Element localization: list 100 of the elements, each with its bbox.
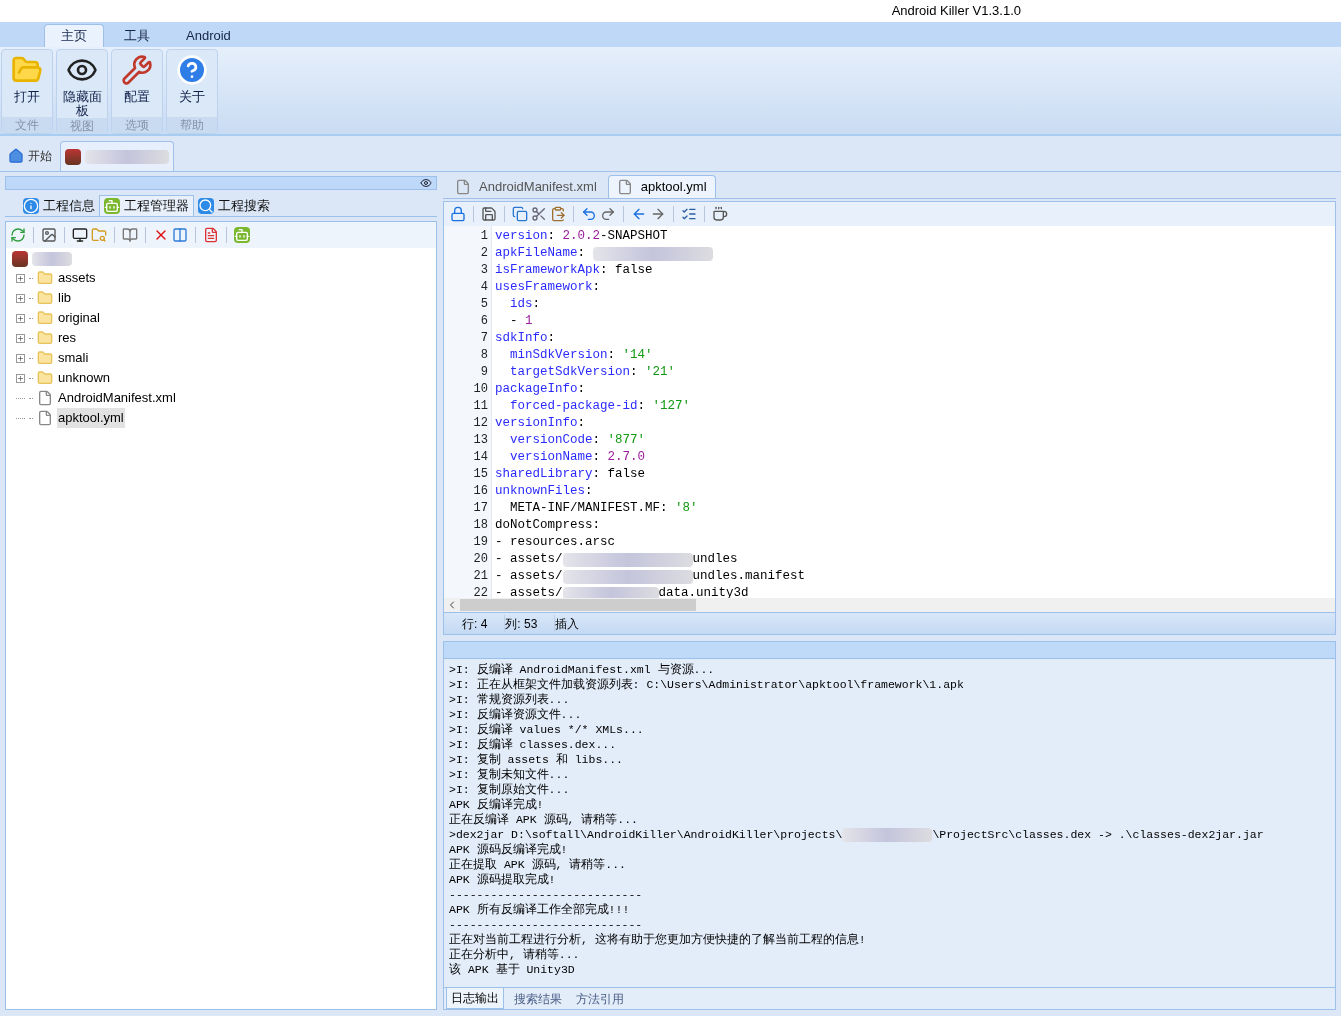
paste-icon[interactable] bbox=[550, 206, 566, 222]
log-line: >I: 正在从框架文件加载资源列表: C:\Users\Administrator\apktool\framework\1.apk bbox=[449, 677, 964, 692]
document-tab[interactable]: 开始 bbox=[4, 141, 56, 171]
undo-icon[interactable] bbox=[581, 206, 597, 222]
line-number: 12 bbox=[472, 415, 489, 432]
ribbon-button[interactable]: 关于 bbox=[167, 50, 217, 117]
code-text: usesFramework bbox=[495, 279, 593, 296]
list-icon[interactable] bbox=[681, 206, 697, 222]
ribbon-tab[interactable]: 主页 bbox=[44, 24, 104, 47]
tree-item[interactable]: apktool.yml bbox=[57, 408, 125, 428]
group-label: 视图 bbox=[57, 118, 107, 134]
rename-icon[interactable] bbox=[172, 227, 188, 243]
book-icon[interactable] bbox=[122, 227, 138, 243]
line-number: 11 bbox=[472, 398, 489, 415]
output-tab[interactable]: 搜索结果 bbox=[510, 988, 566, 1009]
panel-tab[interactable]: 工程搜索 bbox=[194, 195, 274, 216]
expand-toggle[interactable] bbox=[16, 293, 25, 303]
line-number: 7 bbox=[479, 330, 489, 347]
log-line: APK 源码反编译完成! bbox=[449, 842, 568, 857]
ribbon-button[interactable]: 配置 bbox=[112, 50, 162, 117]
code-text: : bbox=[637, 398, 647, 415]
folder-icon bbox=[37, 270, 53, 286]
home-icon bbox=[8, 148, 24, 164]
code-text: targetSdkVersion bbox=[509, 364, 631, 381]
code-text: '127' bbox=[652, 398, 691, 415]
document-tab[interactable] bbox=[60, 141, 174, 171]
ribbon-tab[interactable]: 工具 bbox=[108, 24, 166, 47]
editor-tab[interactable]: AndroidManifest.xml bbox=[447, 175, 605, 198]
file-icon bbox=[616, 179, 633, 195]
output-tab[interactable]: 方法引用 bbox=[572, 988, 628, 1009]
expand-toggle[interactable] bbox=[16, 373, 25, 383]
code-text: versionName bbox=[509, 449, 593, 466]
java-icon[interactable] bbox=[712, 206, 728, 222]
tree-item[interactable]: smali bbox=[57, 348, 90, 368]
cut-icon[interactable] bbox=[531, 206, 547, 222]
code-text: : bbox=[532, 296, 541, 313]
code-text: : bbox=[592, 279, 601, 296]
code-text: 2.0.2 bbox=[562, 228, 601, 245]
expand-toggle[interactable] bbox=[16, 353, 25, 363]
android-icon[interactable] bbox=[234, 227, 250, 243]
document-icon[interactable] bbox=[203, 227, 219, 243]
ribbon-button[interactable]: 隐藏面板 bbox=[57, 50, 107, 118]
code-text: doNotCompress: bbox=[495, 517, 601, 534]
expand-toggle[interactable] bbox=[16, 273, 25, 283]
eye-icon[interactable] bbox=[420, 177, 432, 189]
tree-item[interactable]: assets bbox=[57, 268, 97, 288]
output-tab[interactable]: 日志输出 bbox=[446, 988, 504, 1009]
code-text: '21' bbox=[645, 364, 676, 381]
code-text: apkFileName bbox=[495, 245, 578, 262]
expand-toggle[interactable] bbox=[16, 313, 25, 323]
monitor-icon[interactable] bbox=[72, 227, 88, 243]
copy-icon[interactable] bbox=[512, 206, 528, 222]
line-number: 9 bbox=[479, 364, 489, 381]
log-line: APK 所有反编译工作全部完成!!! bbox=[449, 902, 630, 917]
panel-tab[interactable]: 工程信息 bbox=[19, 195, 99, 216]
expand-toggle[interactable] bbox=[16, 333, 25, 343]
log-line: >I: 复制原始文件... bbox=[449, 782, 570, 797]
log-line: 正在反编译 APK 源码, 请稍等... bbox=[449, 812, 638, 827]
lock-icon[interactable] bbox=[450, 206, 466, 222]
line-number: 4 bbox=[479, 279, 489, 296]
line-number: 20 bbox=[472, 551, 489, 568]
tree-item[interactable]: unknown bbox=[57, 368, 112, 388]
log-line: \ProjectSrc\classes.dex -> .\classes-dex2jar.jar bbox=[932, 827, 1264, 842]
log-line: >I: 反编译 values */* XMLs... bbox=[449, 722, 644, 737]
code-text: : false bbox=[600, 262, 653, 279]
log-line: >I: 复制 assets 和 libs... bbox=[449, 752, 624, 767]
log-line: ---------------------------- bbox=[449, 887, 643, 902]
code-text: sdkInfo bbox=[495, 330, 548, 347]
log-line: 正在提取 APK 源码, 请稍等... bbox=[449, 857, 626, 872]
folder-icon bbox=[37, 290, 53, 306]
code-text: 1 bbox=[525, 313, 533, 330]
tree-item[interactable]: original bbox=[57, 308, 101, 328]
log-line: ---------------------------- bbox=[449, 917, 643, 932]
app-icon bbox=[12, 251, 28, 267]
ribbon-tab[interactable]: Android bbox=[170, 24, 247, 47]
line-number: 3 bbox=[479, 262, 489, 279]
panel-tab[interactable]: 工程管理器 bbox=[99, 195, 194, 216]
code-text: - bbox=[509, 313, 519, 330]
editor-tab[interactable]: apktool.yml bbox=[607, 175, 716, 198]
code-text: isFrameworkApk bbox=[495, 262, 601, 279]
code-text: : bbox=[577, 245, 587, 262]
code-text: version bbox=[495, 228, 548, 245]
code-text: '8' bbox=[675, 500, 698, 517]
code-text: unknownFiles bbox=[495, 483, 585, 500]
tree-item[interactable]: res bbox=[57, 328, 78, 348]
tree-item[interactable]: lib bbox=[57, 288, 72, 308]
file-icon bbox=[455, 178, 471, 195]
line-number: 16 bbox=[472, 483, 489, 500]
horizontal-scrollbar[interactable] bbox=[444, 598, 1335, 612]
forward-icon[interactable] bbox=[650, 206, 666, 222]
save-icon[interactable] bbox=[481, 206, 497, 222]
code-text: - resources.arsc bbox=[495, 534, 616, 551]
ribbon-button[interactable]: 打开 bbox=[2, 50, 52, 117]
refresh-icon[interactable] bbox=[10, 227, 26, 243]
image-icon[interactable] bbox=[41, 227, 57, 243]
back-icon[interactable] bbox=[631, 206, 647, 222]
code-text: : bbox=[592, 432, 602, 449]
tree-item[interactable]: AndroidManifest.xml bbox=[57, 388, 177, 408]
code-text: '877' bbox=[607, 432, 646, 449]
redo-icon[interactable] bbox=[600, 206, 616, 222]
